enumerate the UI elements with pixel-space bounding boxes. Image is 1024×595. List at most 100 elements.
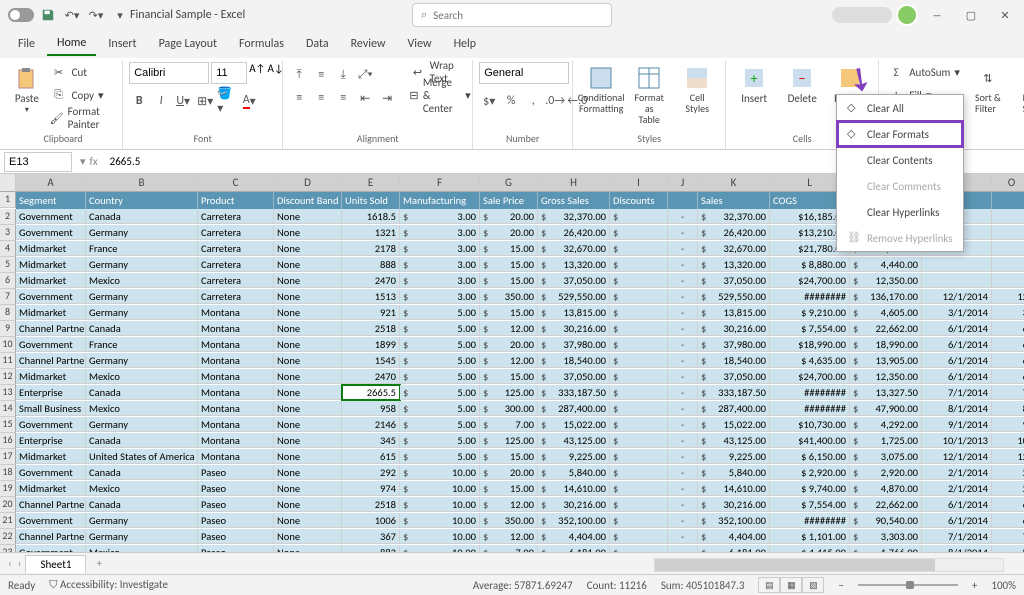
cell[interactable]: 1513 (342, 289, 400, 304)
col-header-J[interactable]: J (668, 174, 698, 192)
cell[interactable]: None (274, 321, 342, 336)
percent-icon[interactable]: % (501, 91, 521, 111)
cell[interactable]: $ 8,880.00 (770, 257, 850, 272)
cell[interactable]: Montana (198, 433, 274, 448)
cell[interactable]: 1618.5 (342, 209, 400, 224)
cell[interactable]: 26,420.00 (538, 225, 610, 240)
cell[interactable]: 8 (992, 545, 1024, 552)
table-header[interactable]: Product (198, 192, 274, 209)
cell[interactable]: Germany (86, 353, 198, 368)
cell[interactable]: 4,292.00 (850, 417, 922, 432)
cell[interactable]: 90,540.00 (850, 513, 922, 528)
cell[interactable]: 32,370.00 (538, 209, 610, 224)
cell[interactable]: ######## (770, 401, 850, 416)
cell[interactable]: 2 (992, 465, 1024, 480)
table-header[interactable] (992, 192, 1024, 209)
row-header[interactable]: 18 (0, 465, 16, 481)
align-top-icon[interactable]: ⤒ (289, 65, 309, 85)
cell[interactable]: 5.00 (400, 385, 480, 400)
row-header[interactable]: 4 (0, 241, 16, 257)
cell[interactable]: Canada (86, 433, 198, 448)
cell[interactable]: 529,550.00 (538, 289, 610, 304)
cell[interactable]: 8 (992, 401, 1024, 416)
col-header-F[interactable]: F (400, 174, 480, 192)
row-header[interactable]: 14 (0, 401, 16, 417)
cell[interactable]: France (86, 241, 198, 256)
cell[interactable]: $ 1,101.00 (770, 529, 850, 544)
cell[interactable] (992, 241, 1024, 256)
cell[interactable]: 7.00 (480, 545, 538, 552)
cell[interactable]: 2470 (342, 273, 400, 288)
row-header[interactable]: 1 (0, 192, 16, 208)
cell[interactable]: 43,125.00 (538, 433, 610, 448)
cell[interactable]: 32,670.00 (538, 241, 610, 256)
cell[interactable]: None (274, 401, 342, 416)
cell[interactable]: 10.00 (400, 465, 480, 480)
cell[interactable]: Midmarket (16, 305, 86, 320)
cell[interactable]: 12 (992, 289, 1024, 304)
table-header[interactable]: Sale Price (480, 192, 538, 209)
cell[interactable]: 6/1/2014 (922, 369, 992, 384)
cell[interactable]: 352,100.00 (698, 513, 770, 528)
cell[interactable]: 1321 (342, 225, 400, 240)
clear-all-item[interactable]: ◇Clear All (837, 95, 963, 121)
cell[interactable] (922, 257, 992, 272)
cell[interactable]: - (668, 449, 698, 464)
row-header[interactable]: 5 (0, 257, 16, 273)
table-header[interactable]: Segment (16, 192, 86, 209)
cell[interactable] (610, 385, 668, 400)
fb-cancel-icon[interactable]: ▾ (80, 155, 86, 168)
cell[interactable]: Germany (86, 257, 198, 272)
autosave-toggle[interactable] (8, 8, 34, 22)
cell[interactable] (992, 257, 1024, 272)
qat-customize-icon[interactable]: ▾ (110, 5, 130, 25)
cell[interactable]: 14,610.00 (698, 481, 770, 496)
cell[interactable]: None (274, 465, 342, 480)
cell[interactable]: 12,350.00 (850, 369, 922, 384)
cell[interactable]: 13,815.00 (698, 305, 770, 320)
cell[interactable]: 2/1/2014 (922, 465, 992, 480)
table-header[interactable]: Discounts (610, 192, 668, 209)
cell[interactable]: 30,216.00 (698, 497, 770, 512)
row-header[interactable]: 10 (0, 337, 16, 353)
cell[interactable]: None (274, 481, 342, 496)
cell[interactable] (610, 529, 668, 544)
sheet-tab[interactable]: Sheet1 (25, 555, 86, 573)
cell[interactable]: 15.00 (480, 241, 538, 256)
zoom-in-button[interactable]: + (972, 579, 977, 592)
cell[interactable]: 3,075.00 (850, 449, 922, 464)
cell[interactable] (610, 465, 668, 480)
cell[interactable]: - (668, 369, 698, 384)
cell[interactable]: 20.00 (480, 209, 538, 224)
cell[interactable]: 20.00 (480, 465, 538, 480)
cell[interactable]: 883 (342, 545, 400, 552)
cell[interactable]: 3.00 (400, 289, 480, 304)
cut-button[interactable]: ✂Cut (48, 62, 117, 82)
cell[interactable]: - (668, 209, 698, 224)
cell[interactable]: 18,540.00 (538, 353, 610, 368)
cell[interactable] (610, 417, 668, 432)
cell[interactable]: 10.00 (400, 481, 480, 496)
view-normal-icon[interactable]: ▤ (758, 577, 780, 593)
sheet-prev-icon[interactable]: ‹ (8, 557, 12, 570)
cell[interactable] (610, 225, 668, 240)
decrease-indent-icon[interactable]: ⇤ (355, 88, 375, 108)
cell[interactable]: 3.00 (400, 241, 480, 256)
menu-view[interactable]: View (398, 33, 442, 55)
cell[interactable]: Montana (198, 337, 274, 352)
cell[interactable]: $24,700.00 (770, 273, 850, 288)
cell[interactable] (610, 321, 668, 336)
cell[interactable]: 10.00 (400, 497, 480, 512)
cell[interactable]: 10.00 (400, 545, 480, 552)
cell[interactable]: - (668, 417, 698, 432)
cell[interactable]: 6/1/2014 (922, 337, 992, 352)
cell[interactable]: 5.00 (400, 417, 480, 432)
sheet-next-icon[interactable]: › (18, 557, 22, 570)
cell[interactable] (610, 353, 668, 368)
autosum-button[interactable]: ΣAutoSum ▾ (885, 62, 962, 82)
cell[interactable]: ######## (770, 385, 850, 400)
paste-button[interactable]: Paste▾ (10, 62, 44, 117)
sort-filter-button[interactable]: ⇅Sort & Filter (966, 62, 1010, 116)
cell[interactable]: - (668, 289, 698, 304)
cell[interactable]: Mexico (86, 545, 198, 552)
